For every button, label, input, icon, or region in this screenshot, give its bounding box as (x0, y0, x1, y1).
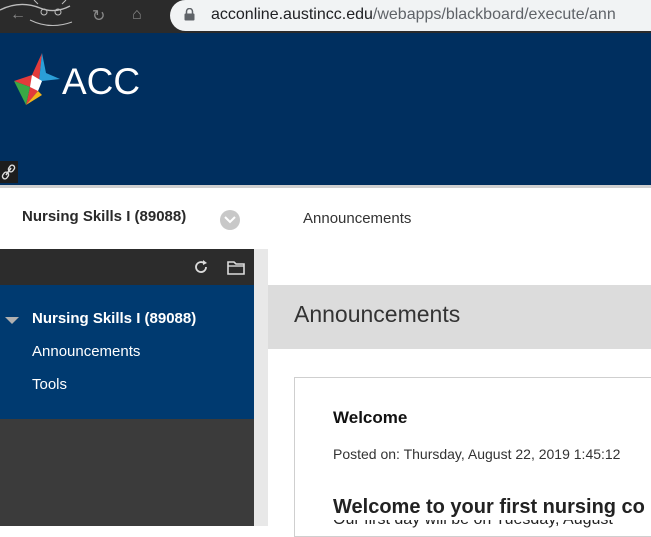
main-content: Announcements Welcome Posted on: Thursda… (268, 249, 651, 537)
acc-logo[interactable]: ACC (12, 51, 142, 109)
logo-text: ACC (62, 61, 141, 102)
breadcrumb-current: Announcements (303, 210, 412, 227)
announcement-posted-date: Posted on: Thursday, August 22, 2019 1:4… (333, 446, 621, 462)
course-breadcrumb-bar: Nursing Skills I (89088) Announcements (0, 185, 651, 249)
page-title: Announcements (294, 301, 461, 327)
course-title-link[interactable]: Nursing Skills I (89088) (22, 208, 186, 225)
chevron-down-icon[interactable] (220, 210, 240, 230)
back-arrow-icon[interactable]: ← (10, 6, 26, 24)
star-logo-icon (14, 53, 60, 105)
course-menu: Nursing Skills I (89088) Announcements T… (0, 285, 254, 419)
announcement-body-snippet: Our first day will be on Tuesday, August (333, 520, 651, 530)
panel-divider (254, 249, 268, 526)
browser-toolbar: ← ↻ ⌂ acconline.austincc.edu/webapps/bla… (0, 0, 651, 33)
collapse-triangle-icon[interactable] (5, 317, 19, 324)
page-header: Announcements (268, 285, 651, 349)
refresh-icon[interactable] (192, 259, 210, 275)
url-host: acconline.austincc.edu (211, 6, 373, 23)
reload-icon[interactable]: ↻ (92, 6, 105, 26)
link-icon[interactable] (0, 161, 18, 183)
menu-course-title[interactable]: Nursing Skills I (89088) (32, 310, 196, 327)
url-path: /webapps/blackboard/execute/ann (372, 6, 616, 23)
course-menu-toolbar (0, 249, 254, 285)
home-icon[interactable]: ⌂ (132, 6, 142, 24)
site-header: ACC (0, 33, 651, 185)
address-bar[interactable]: acconline.austincc.edu/webapps/blackboar… (170, 0, 651, 31)
announcement-body-text: Our first day will be on Tuesday, August (333, 520, 651, 529)
url-text: acconline.austincc.edu/webapps/blackboar… (211, 6, 616, 24)
course-menu-panel: Nursing Skills I (89088) Announcements T… (0, 249, 254, 526)
menu-item-tools[interactable]: Tools (32, 376, 67, 393)
announcement-card: Welcome Posted on: Thursday, August 22, … (294, 377, 651, 537)
announcement-heading: Welcome to your first nursing co (333, 496, 645, 518)
menu-item-announcements[interactable]: Announcements (32, 343, 140, 360)
lock-icon (184, 8, 195, 21)
folder-icon[interactable] (227, 259, 245, 275)
announcement-title: Welcome (333, 408, 408, 427)
